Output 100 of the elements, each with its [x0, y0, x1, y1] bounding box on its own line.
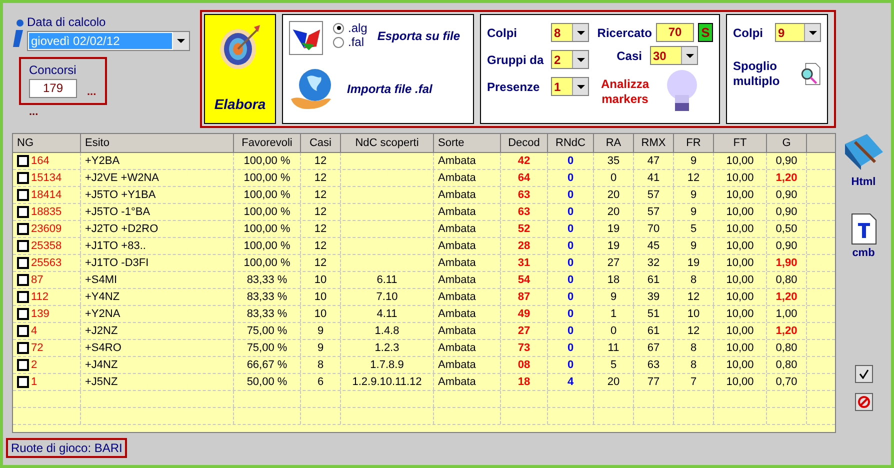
column-header[interactable]: Casi [301, 134, 341, 152]
column-header[interactable]: RNdC [548, 134, 594, 152]
table-cell-text: 10,00 [726, 272, 754, 288]
table-row[interactable]: 15134 +J2VE +W2NA 100,00 % 12 Ambata 64 0 0 41 12 10,00 1,20 [13, 170, 835, 187]
table-cell-text: 19 [607, 238, 620, 254]
table-row[interactable]: 1 +J5NZ 50,00 % 6 1.2.9.10.11.12 Ambata 18 4 20 77 7 10,00 0,70 [13, 374, 835, 391]
table-cell-text: 70 [647, 222, 660, 237]
table-cell-text: Ambata [438, 204, 476, 220]
table-cell-text: 10,00 [726, 340, 754, 356]
table-row[interactable]: 4 +J2NZ 75,00 % 9 1.4.8 Ambata 27 0 0 61 12 10,00 1,20 [13, 323, 835, 340]
table-cell-text: Ambata [438, 340, 476, 356]
table-cell-text: 100,00 % [244, 188, 290, 203]
column-header[interactable]: Decod [501, 134, 548, 152]
row-checkbox[interactable] [17, 189, 29, 201]
row-checkbox[interactable] [17, 359, 29, 371]
table-row[interactable]: 112 +Y4NZ 83,33 % 10 7.10 Ambata 87 0 9 39 12 10,00 1,20 [13, 289, 835, 306]
table-cell-text: 75,00 % [246, 340, 288, 356]
column-header[interactable]: NG [13, 134, 81, 152]
analizza-markers-link[interactable]: Analizza markers [595, 77, 655, 107]
html-button[interactable]: Html [851, 174, 876, 190]
table-cell-text: 8 [690, 272, 697, 288]
table-row[interactable]: 72 +S4RO 75,00 % 9 1.2.3 Ambata 73 0 11 67 8 10,00 0,80 [13, 340, 835, 357]
row-checkbox[interactable] [17, 240, 29, 252]
column-header[interactable]: FT [714, 134, 767, 152]
row-checkbox[interactable] [17, 274, 29, 286]
table-cell-text: 12 [314, 170, 327, 186]
more-button[interactable]: ... [29, 107, 38, 118]
table-cell-text: 28 [518, 238, 530, 254]
date-label: Data di calcolo [27, 14, 107, 31]
table-cell-text: 75,00 % [246, 324, 288, 339]
spoglio-multiplo-link[interactable]: Spoglio multiplo [733, 59, 800, 89]
table-row[interactable]: 18835 +J5TO -1°BA 100,00 % 12 Ambata 63 0 20 57 9 10,00 0,90 [13, 204, 835, 221]
table-cell-text: Ambata [438, 238, 476, 254]
dropdown[interactable]: 9 [775, 23, 821, 42]
column-header[interactable]: Esito [81, 134, 234, 152]
row-checkbox[interactable] [17, 291, 29, 303]
row-checkbox[interactable] [17, 257, 29, 269]
table-row[interactable]: 139 +Y2NA 83,33 % 10 4.11 Ambata 49 0 1 51 10 10,00 1,00 [13, 306, 835, 323]
table-cell-text: +J5TO -1°BA [85, 204, 150, 220]
table-cell-text: 52 [518, 222, 530, 237]
format-radio[interactable]: .alg [333, 21, 368, 35]
table-row[interactable]: 2 +J4NZ 66,67 % 8 1.7.8.9 Ambata 08 0 5 63 8 10,00 0,80 [13, 357, 835, 374]
table-cell-text: 31 [518, 256, 530, 271]
column-header[interactable]: Favorevoli [234, 134, 301, 152]
table-cell-text: 9 [690, 238, 697, 254]
table-cell-text: 10,00 [726, 374, 754, 390]
column-header[interactable]: Sorte [434, 134, 501, 152]
row-checkbox[interactable] [17, 308, 29, 320]
row-checkbox[interactable] [17, 155, 29, 167]
table-row[interactable]: 18414 +J5TO +Y1BA 100,00 % 12 Ambata 63 0 20 57 9 10,00 0,90 [13, 187, 835, 204]
table-cell-text: 0 [567, 306, 574, 322]
concorsi-field[interactable]: 179 [29, 79, 77, 98]
table-cell-text: 10,00 [726, 154, 754, 169]
table-cell-text: 1,00 [776, 306, 798, 322]
table-row[interactable]: 25358 +J1TO +83.. 100,00 % 12 Ambata 28 0 19 45 9 10,00 0,90 [13, 238, 835, 255]
table-cell-text: 51 [647, 306, 660, 322]
table-cell-text: 1,90 [776, 256, 798, 271]
column-header[interactable]: G [767, 134, 807, 152]
table-cell-text: 5 [690, 222, 697, 237]
row-checkbox[interactable] [17, 325, 29, 337]
cancel-button[interactable] [854, 393, 872, 411]
export-link[interactable]: Esporta su file [377, 27, 460, 45]
param-label: Colpi [487, 24, 517, 42]
format-radio[interactable]: .fal [333, 35, 368, 49]
row-checkbox[interactable] [17, 376, 29, 388]
more-button[interactable]: ... [87, 87, 96, 98]
row-checkbox[interactable] [17, 172, 29, 184]
row-checkbox[interactable] [17, 342, 29, 354]
table-cell-text: 08 [518, 358, 530, 373]
table-cell-text: 18 [607, 272, 620, 288]
table-row[interactable]: 87 +S4MI 83,33 % 10 6.11 Ambata 54 0 18 61 8 10,00 0,80 [13, 272, 835, 289]
column-header[interactable]: NdC scoperti [341, 134, 434, 152]
table-row[interactable]: 25563 +J1TO -D3FI 100,00 % 12 Ambata 31 0 27 32 19 10,00 1,90 [13, 255, 835, 272]
table-cell-text: 7 [690, 374, 697, 390]
table-cell-text: 0 [567, 340, 574, 356]
import-link[interactable]: Importa file .fal [347, 80, 432, 98]
table-cell-text: 54 [518, 272, 530, 288]
row-checkbox[interactable] [17, 206, 29, 218]
row-checkbox[interactable] [17, 223, 29, 235]
table-cell-text: 1.4.8 [374, 324, 400, 339]
column-header[interactable]: RA [594, 134, 634, 152]
table-row[interactable]: 23609 +J2TO +D2RO 100,00 % 12 Ambata 52 0 19 70 5 10,00 0,50 [13, 221, 835, 238]
elabora-button[interactable]: Elabora [204, 14, 276, 124]
table-cell-text: 0,90 [776, 154, 798, 169]
table-cell-text: 12 [314, 256, 327, 271]
dropdown[interactable]: 30 [650, 46, 698, 65]
column-header[interactable]: FR [674, 134, 714, 152]
column-header[interactable]: RMX [634, 134, 674, 152]
table-cell-text: 10,00 [726, 170, 754, 186]
dropdown[interactable]: 8 [551, 23, 589, 42]
table-cell-text: 100,00 % [244, 238, 290, 254]
dropdown[interactable]: 1 [551, 77, 589, 96]
cmb-button[interactable]: cmb [852, 244, 875, 261]
dropdown[interactable]: 2 [551, 50, 589, 69]
table-cell-text: Ambata [438, 256, 476, 271]
table-cell-text: +J5NZ [85, 374, 118, 390]
table-row[interactable]: 164 +Y2BA 100,00 % 12 Ambata 42 0 35 47 9 10,00 0,90 [13, 153, 835, 170]
table-cell-text: 112 [31, 290, 49, 305]
ricercato-field[interactable]: 70 [656, 23, 694, 42]
check-button[interactable] [854, 365, 872, 383]
